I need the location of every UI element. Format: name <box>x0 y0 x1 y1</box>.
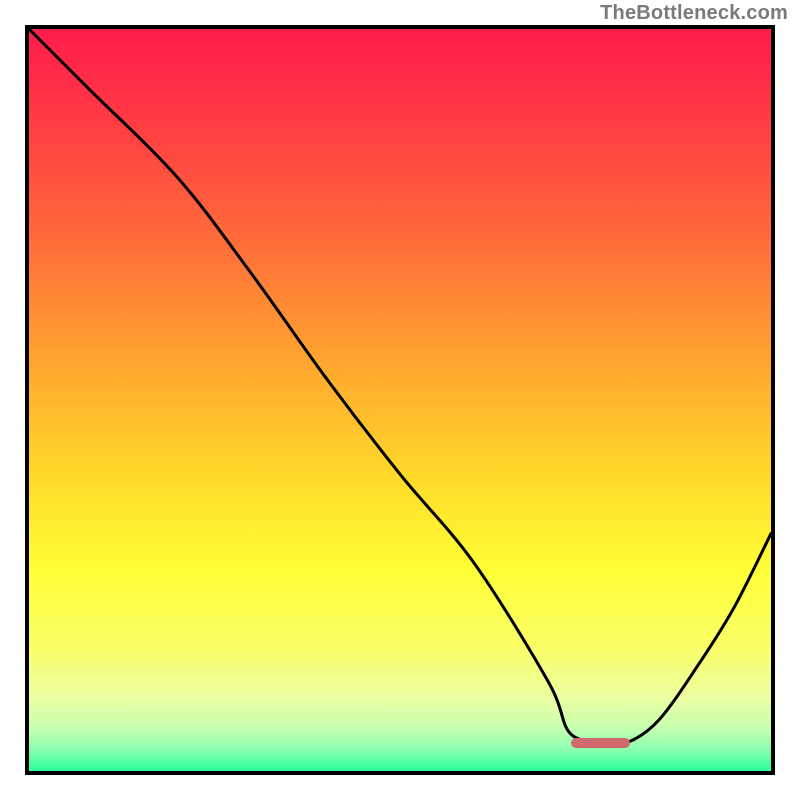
watermark-text: TheBottleneck.com <box>600 2 788 25</box>
curve-layer <box>29 29 771 771</box>
bottleneck-curve <box>29 29 771 743</box>
plot-frame <box>25 25 775 775</box>
optimal-range-marker <box>571 738 630 748</box>
